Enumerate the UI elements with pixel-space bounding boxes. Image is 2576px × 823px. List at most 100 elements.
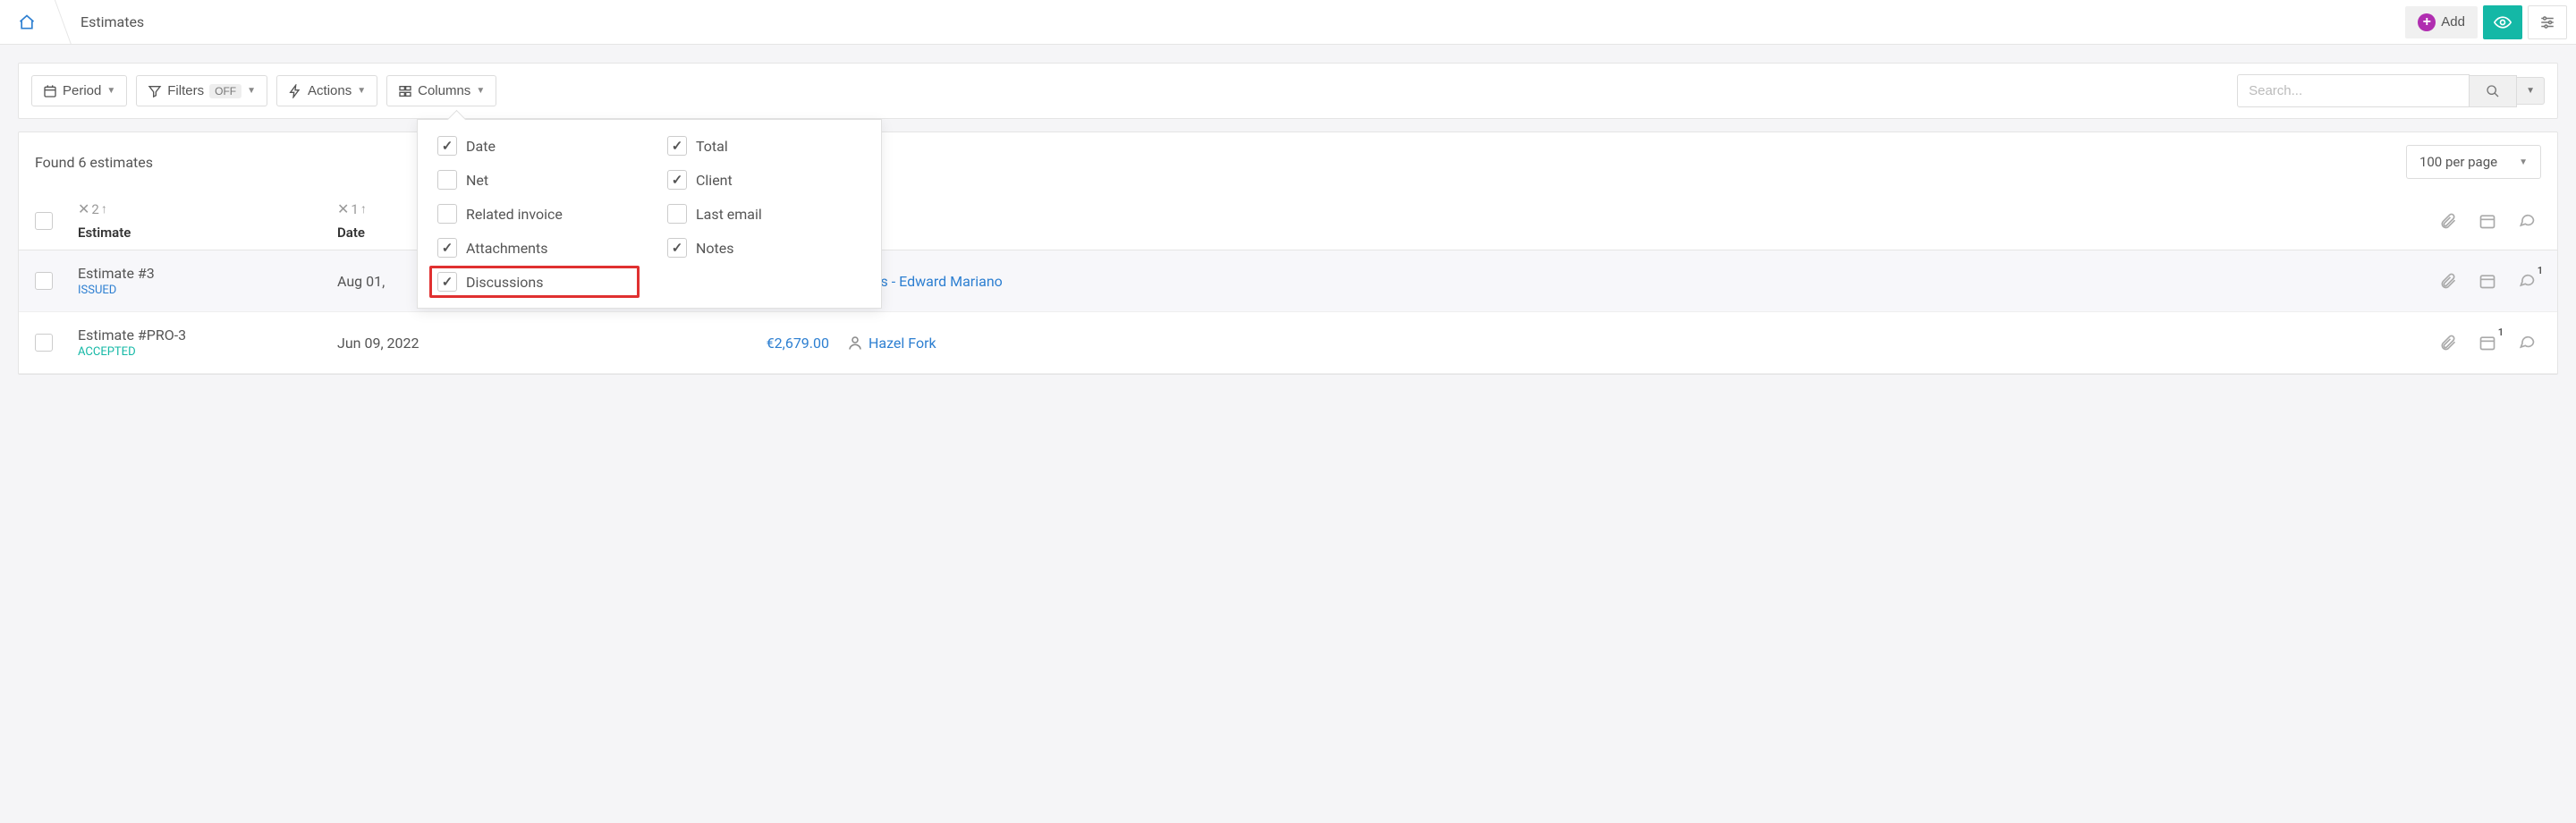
column-option[interactable]: Related invoice — [437, 204, 631, 224]
summary-text: Found 6 estimates — [35, 154, 153, 171]
attachment-icon[interactable] — [2439, 334, 2457, 352]
search-icon — [2486, 84, 2500, 98]
column-option[interactable]: Discussions — [429, 266, 640, 298]
column-option-label: Attachments — [466, 240, 548, 257]
chevron-down-icon: ▼ — [357, 86, 366, 96]
columns-dropdown: Date Net Related invoice Attachments Discuss… — [417, 119, 882, 309]
adjust-button[interactable] — [2528, 5, 2567, 39]
period-button[interactable]: Period ▼ — [31, 75, 127, 106]
home-icon[interactable] — [9, 4, 45, 40]
attachment-icon[interactable] — [2439, 272, 2457, 290]
chevron-down-icon: ▼ — [106, 86, 115, 96]
workspace: Period ▼ Filters OFF ▼ Actions ▼ Columns… — [0, 45, 2576, 823]
column-option[interactable]: Date — [437, 136, 631, 156]
clear-sort-icon: ✕ — [337, 200, 349, 217]
page-title: Estimates — [72, 13, 144, 30]
estimate-name: Estimate #PRO-3 — [78, 327, 337, 344]
filters-button[interactable]: Filters OFF ▼ — [136, 75, 267, 106]
toolbar-card: Period ▼ Filters OFF ▼ Actions ▼ Columns… — [18, 63, 2558, 119]
toolbar: Period ▼ Filters OFF ▼ Actions ▼ Columns… — [19, 64, 2557, 118]
row-checkbox[interactable] — [35, 334, 53, 352]
row-checkbox[interactable] — [35, 272, 53, 290]
topbar-actions: + Add — [2405, 5, 2567, 39]
search-group: ▼ — [2237, 74, 2545, 107]
view-button[interactable] — [2483, 5, 2522, 39]
eye-icon — [2494, 13, 2512, 31]
actions-label: Actions — [308, 83, 352, 98]
clear-sort-icon: ✕ — [78, 200, 89, 217]
columns-dropdown-right: Total Client Last email Notes — [667, 136, 861, 292]
discussion-icon[interactable] — [2518, 334, 2536, 352]
discussion-icon[interactable]: 1 — [2518, 272, 2536, 290]
table-header: ✕ 2 ↑ Estimate ✕ 1 ↑ Date — [19, 191, 2557, 250]
column-option-label: Discussions — [466, 274, 543, 291]
column-option[interactable]: Net — [437, 170, 631, 190]
column-option[interactable]: Attachments — [437, 238, 631, 258]
estimate-status: ISSUED — [78, 284, 337, 297]
calendar-note-icon[interactable] — [2479, 272, 2496, 290]
checkbox-icon — [437, 170, 457, 190]
column-option-label: Last email — [696, 206, 762, 223]
topbar: Estimates + Add — [0, 0, 2576, 45]
column-option-label: Net — [466, 172, 488, 189]
column-option[interactable]: Client — [667, 170, 861, 190]
add-button[interactable]: + Add — [2405, 6, 2478, 38]
period-label: Period — [63, 83, 101, 98]
per-page-select[interactable]: 100 per page ▼ — [2406, 145, 2541, 179]
table-row[interactable]: Estimate #3ISSUEDAug 01,artons - Edward … — [19, 250, 2557, 312]
calendar-icon — [43, 84, 57, 98]
calendar-note-icon[interactable]: 1 — [2479, 334, 2496, 352]
breadcrumb: Estimates — [9, 0, 144, 45]
sort-index: 2 — [91, 201, 98, 217]
column-option-label: Date — [466, 138, 496, 155]
chevron-down-icon: ▼ — [476, 86, 485, 96]
filters-label: Filters — [167, 83, 204, 98]
table-row[interactable]: Estimate #PRO-3ACCEPTEDJun 09, 2022 €2,67… — [19, 312, 2557, 374]
breadcrumb-separator — [45, 0, 72, 45]
summary-row: Found 6 estimates 100 per page ▼ — [19, 132, 2557, 191]
checkbox-icon — [667, 238, 687, 258]
estimate-client[interactable]: Hazel Fork — [847, 335, 1169, 352]
column-option[interactable]: Total — [667, 136, 861, 156]
chevron-down-icon: ▼ — [247, 86, 256, 96]
estimate-status: ACCEPTED — [78, 345, 337, 359]
columns-label: Columns — [418, 83, 470, 98]
th-estimate[interactable]: Estimate — [78, 225, 337, 241]
badge-count: 1 — [2498, 327, 2504, 338]
checkbox-icon — [667, 204, 687, 224]
columns-dropdown-left: Date Net Related invoice Attachments Discuss… — [437, 136, 631, 292]
lightning-icon — [288, 84, 302, 98]
per-page-label: 100 per page — [2419, 154, 2497, 170]
discussion-icon — [2518, 212, 2536, 230]
checkbox-icon — [437, 238, 457, 258]
search-input[interactable] — [2237, 74, 2470, 107]
columns-icon — [398, 84, 412, 98]
badge-count: 1 — [2538, 265, 2543, 276]
search-options-button[interactable]: ▼ — [2517, 77, 2545, 105]
chevron-down-icon: ▼ — [2519, 157, 2528, 167]
checkbox-icon — [667, 170, 687, 190]
checkbox-icon — [667, 136, 687, 156]
checkbox-icon — [437, 272, 457, 292]
column-option[interactable]: Last email — [667, 204, 861, 224]
column-option-label: Client — [696, 172, 733, 189]
actions-button[interactable]: Actions ▼ — [276, 75, 377, 106]
funnel-icon — [148, 84, 162, 98]
checkbox-icon — [437, 204, 457, 224]
content-card: Found 6 estimates 100 per page ▼ ✕ 2 ↑ E… — [18, 132, 2558, 375]
select-all-checkbox[interactable] — [35, 212, 53, 230]
checkbox-icon — [437, 136, 457, 156]
estimate-total: €2,679.00 — [767, 335, 829, 352]
sort-asc-icon: ↑ — [360, 201, 367, 216]
column-option[interactable]: Notes — [667, 238, 861, 258]
add-button-label: Add — [2441, 14, 2465, 30]
column-option-label: Total — [696, 138, 728, 155]
columns-button[interactable]: Columns ▼ — [386, 75, 496, 106]
search-button[interactable] — [2470, 75, 2517, 107]
sort-estimate[interactable]: ✕ 2 ↑ — [78, 200, 337, 217]
estimate-client[interactable]: artons - Edward Mariano — [847, 273, 1169, 290]
calendar-note-icon — [2479, 212, 2496, 230]
sort-asc-icon: ↑ — [101, 201, 107, 216]
filters-badge: OFF — [209, 84, 242, 98]
estimate-date: Jun 09, 2022 — [337, 335, 419, 352]
